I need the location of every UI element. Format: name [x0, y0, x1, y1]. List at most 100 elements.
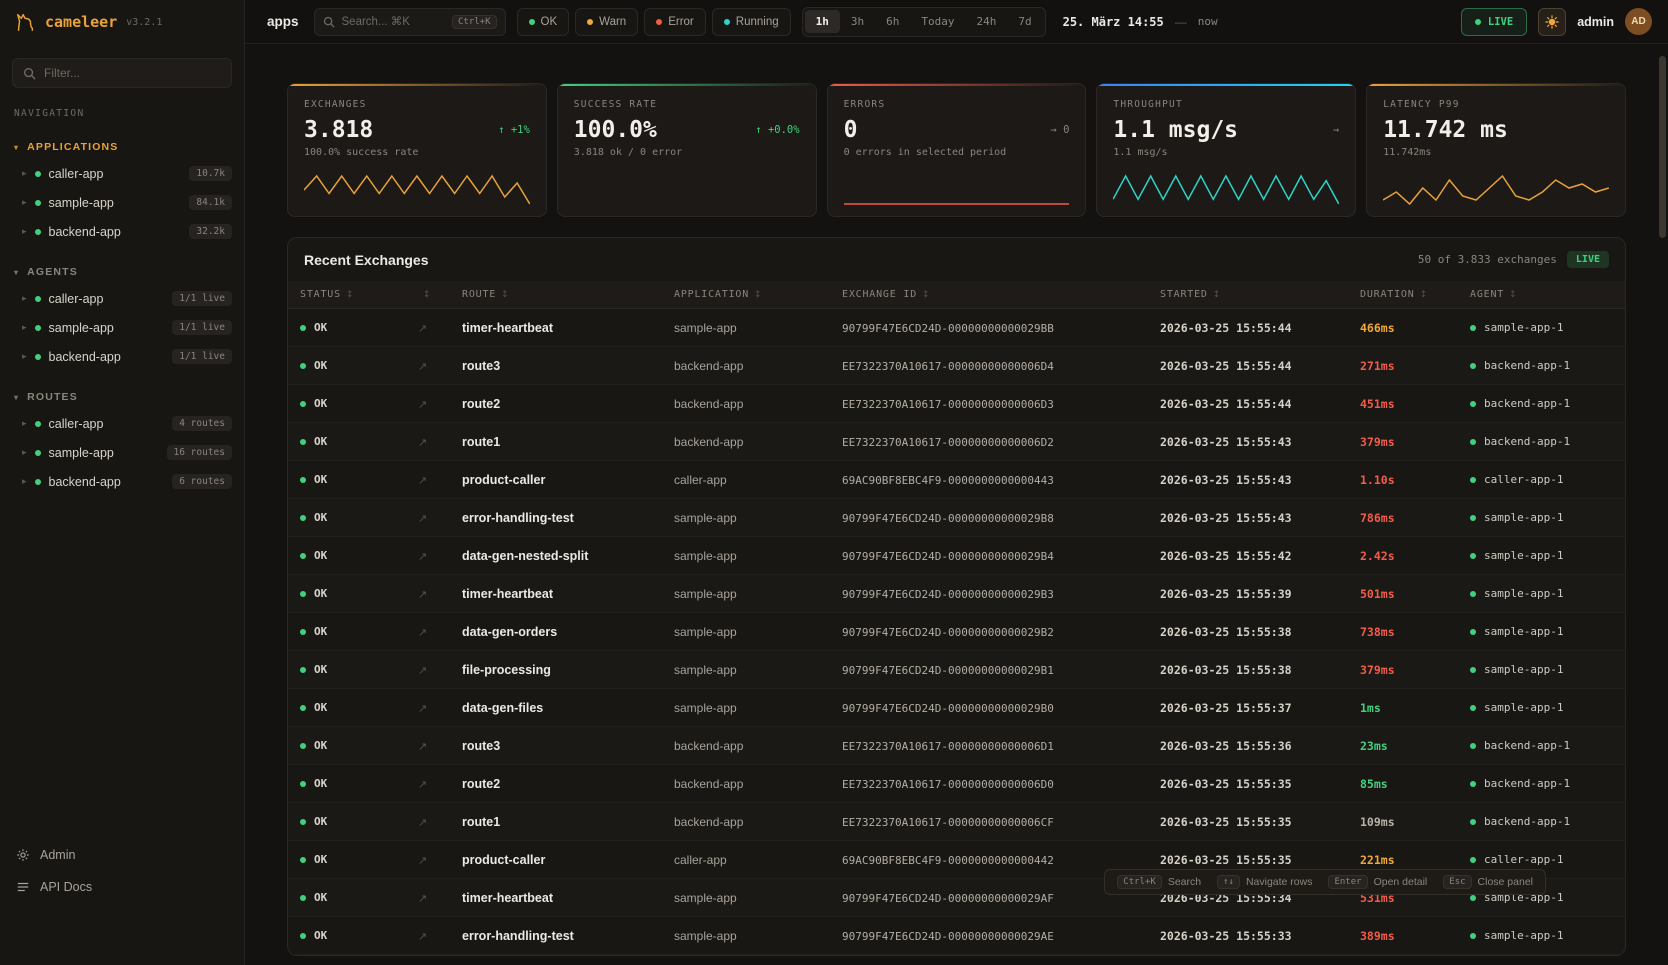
- stat-card-throughput[interactable]: THROUGHPUT 1.1 msg/s → 1.1 msg/s: [1096, 83, 1356, 217]
- stat-card-latency-p99[interactable]: LATENCY P99 11.742 ms 11.742ms: [1366, 83, 1626, 217]
- table-row[interactable]: OK ↗ route3 backend-app EE7322370A10617-…: [288, 727, 1625, 765]
- column-label: ROUTE: [462, 289, 496, 300]
- table-row[interactable]: OK ↗ file-processing sample-app 90799F47…: [288, 651, 1625, 689]
- route-cell: product-caller: [450, 841, 662, 879]
- sidebar-item-badge: 10.7k: [189, 166, 232, 181]
- nav-group-header-routes[interactable]: ▾ ROUTES: [0, 387, 244, 409]
- open-exchange-icon[interactable]: ↗: [418, 741, 427, 753]
- sort-icon[interactable]: ↕: [346, 290, 354, 300]
- table-row[interactable]: OK ↗ error-handling-test sample-app 9079…: [288, 499, 1625, 537]
- column-header-application[interactable]: APPLICATION↕: [662, 281, 830, 309]
- open-exchange-icon[interactable]: ↗: [418, 323, 427, 335]
- sidebar-item-caller-app[interactable]: ▸ caller-app 10.7k: [0, 159, 244, 188]
- sidebar-item-backend-app[interactable]: ▸ backend-app 1/1 live: [0, 342, 244, 371]
- status-filter-warn[interactable]: Warn: [575, 8, 638, 36]
- filter-input[interactable]: [44, 66, 221, 80]
- sidebar-item-caller-app[interactable]: ▸ caller-app 1/1 live: [0, 284, 244, 313]
- sidebar-item-backend-app[interactable]: ▸ backend-app 32.2k: [0, 217, 244, 246]
- time-range-6h[interactable]: 6h: [875, 10, 910, 33]
- sidebar-item-sample-app[interactable]: ▸ sample-app 84.1k: [0, 188, 244, 217]
- open-exchange-icon[interactable]: ↗: [418, 665, 427, 677]
- open-exchange-icon[interactable]: ↗: [418, 931, 427, 943]
- card-value: 0: [844, 117, 858, 143]
- column-header-started[interactable]: STARTED↕: [1148, 281, 1348, 309]
- table-row[interactable]: OK ↗ product-caller caller-app 69AC90BF8…: [288, 461, 1625, 499]
- sort-icon[interactable]: ↕: [1509, 290, 1517, 300]
- sidebar-item-label: sample-app: [49, 446, 114, 460]
- status-filter-running[interactable]: Running: [712, 8, 791, 36]
- table-row[interactable]: OK ↗ timer-heartbeat sample-app 90799F47…: [288, 309, 1625, 347]
- exchange-id-cell: 90799F47E6CD24D-00000000000029AE: [830, 917, 1148, 955]
- time-range-24h[interactable]: 24h: [965, 10, 1007, 33]
- table-row[interactable]: OK ↗ route3 backend-app EE7322370A10617-…: [288, 347, 1625, 385]
- search-input[interactable]: [342, 16, 445, 28]
- column-header-agent[interactable]: AGENT↕: [1458, 281, 1625, 309]
- live-toggle-button[interactable]: LIVE: [1461, 8, 1527, 36]
- table-row[interactable]: OK ↗ timer-heartbeat sample-app 90799F47…: [288, 575, 1625, 613]
- stat-card-exchanges[interactable]: EXCHANGES 3.818 ↑ +1% 100.0% success rat…: [287, 83, 547, 217]
- open-exchange-icon[interactable]: ↗: [418, 855, 427, 867]
- stat-card-errors[interactable]: ERRORS 0 → 0 0 errors in selected period: [827, 83, 1087, 217]
- sidebar-item-caller-app[interactable]: ▸ caller-app 4 routes: [0, 409, 244, 438]
- open-exchange-icon[interactable]: ↗: [418, 627, 427, 639]
- route-name: route3: [462, 359, 500, 373]
- sort-icon[interactable]: ↕: [754, 290, 762, 300]
- column-header-duration[interactable]: DURATION↕: [1348, 281, 1458, 309]
- time-range-today[interactable]: Today: [910, 10, 965, 33]
- current-datetime[interactable]: 25. März 14:55: [1063, 15, 1164, 29]
- table-row[interactable]: OK ↗ data-gen-orders sample-app 90799F47…: [288, 613, 1625, 651]
- time-range-7d[interactable]: 7d: [1007, 10, 1042, 33]
- scrollbar-thumb[interactable]: [1659, 56, 1666, 238]
- open-exchange-icon[interactable]: ↗: [418, 513, 427, 525]
- now-label[interactable]: now: [1198, 15, 1218, 28]
- sidebar-filter[interactable]: [12, 58, 232, 88]
- column-header-exchange-id[interactable]: EXCHANGE ID↕: [830, 281, 1148, 309]
- open-exchange-icon[interactable]: ↗: [418, 475, 427, 487]
- open-exchange-icon[interactable]: ↗: [418, 589, 427, 601]
- status-filter-ok[interactable]: OK: [517, 8, 570, 36]
- column-header-route[interactable]: ROUTE ↕: [450, 281, 662, 309]
- agent-cell: sample-app-1: [1458, 613, 1625, 651]
- time-range-3h[interactable]: 3h: [840, 10, 875, 33]
- sort-icon[interactable]: ↕: [922, 290, 930, 300]
- table-row[interactable]: OK ↗ data-gen-nested-split sample-app 90…: [288, 537, 1625, 575]
- open-exchange-icon[interactable]: ↗: [418, 703, 427, 715]
- table-row[interactable]: OK ↗ route1 backend-app EE7322370A10617-…: [288, 423, 1625, 461]
- sidebar-item-sample-app[interactable]: ▸ sample-app 16 routes: [0, 438, 244, 467]
- table-row[interactable]: OK ↗ route2 backend-app EE7322370A10617-…: [288, 765, 1625, 803]
- table-row[interactable]: OK ↗ data-gen-files sample-app 90799F47E…: [288, 689, 1625, 727]
- status-filter-error[interactable]: Error: [644, 8, 706, 36]
- duration-cell: 2.42s: [1348, 537, 1458, 575]
- sidebar-item-admin[interactable]: Admin: [0, 839, 244, 871]
- stat-cards: EXCHANGES 3.818 ↑ +1% 100.0% success rat…: [287, 83, 1626, 217]
- open-exchange-icon[interactable]: ↗: [418, 399, 427, 411]
- sort-icon[interactable]: ↕: [1420, 290, 1428, 300]
- nav-group-header-agents[interactable]: ▾ AGENTS: [0, 262, 244, 284]
- table-row[interactable]: OK ↗ route1 backend-app EE7322370A10617-…: [288, 803, 1625, 841]
- global-search[interactable]: Ctrl+K: [314, 8, 506, 36]
- column-header-status[interactable]: STATUS↕: [288, 281, 406, 309]
- table-row[interactable]: OK ↗ error-handling-test sample-app 9079…: [288, 917, 1625, 955]
- open-exchange-icon[interactable]: ↗: [418, 437, 427, 449]
- table-row[interactable]: OK ↗ route2 backend-app EE7322370A10617-…: [288, 385, 1625, 423]
- sidebar-item-backend-app[interactable]: ▸ backend-app 6 routes: [0, 467, 244, 496]
- sort-icon[interactable]: ↕: [423, 290, 431, 300]
- sort-icon[interactable]: ↕: [1213, 290, 1221, 300]
- nav-group-header-applications[interactable]: ▾ APPLICATIONS: [0, 137, 244, 159]
- theme-toggle-button[interactable]: [1538, 8, 1566, 36]
- open-exchange-icon[interactable]: ↗: [418, 817, 427, 829]
- sort-icon[interactable]: ↕: [501, 290, 509, 300]
- sidebar-item-sample-app[interactable]: ▸ sample-app 1/1 live: [0, 313, 244, 342]
- open-exchange-icon[interactable]: ↗: [418, 361, 427, 373]
- avatar[interactable]: AD: [1625, 8, 1652, 35]
- stat-card-success-rate[interactable]: SUCCESS RATE 100.0% ↑ +0.0% 3.818 ok / 0…: [557, 83, 817, 217]
- open-exchange-icon[interactable]: ↗: [418, 779, 427, 791]
- sidebar-item-api-docs[interactable]: API Docs: [0, 871, 244, 903]
- time-range-1h[interactable]: 1h: [805, 10, 840, 33]
- sidebar-item-badge: 32.2k: [189, 224, 232, 239]
- column-header-col[interactable]: ↕: [406, 281, 450, 309]
- open-exchange-icon[interactable]: ↗: [418, 551, 427, 563]
- scrollbar-track[interactable]: [1658, 46, 1667, 963]
- open-exchange-icon[interactable]: ↗: [418, 893, 427, 905]
- logo-row[interactable]: cameleer v3.2.1: [0, 0, 244, 44]
